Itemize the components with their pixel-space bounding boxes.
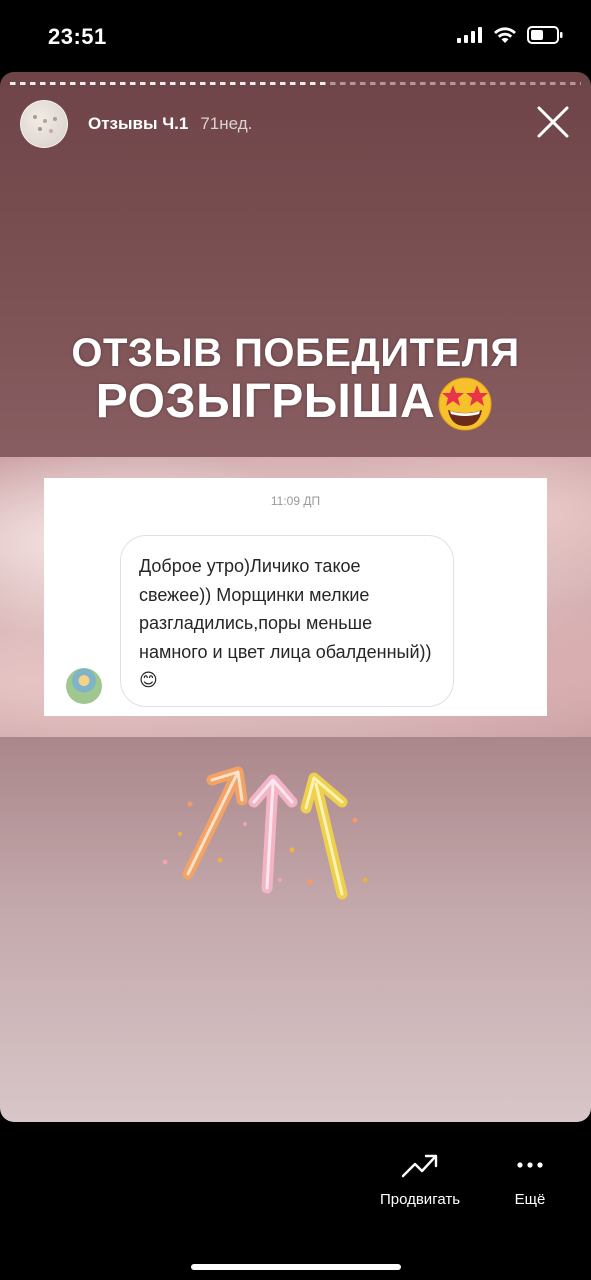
story-progress-bar xyxy=(10,82,330,85)
promote-label: Продвигать xyxy=(379,1191,461,1208)
arrows-sticker xyxy=(162,766,368,900)
story-age: 71нед. xyxy=(200,114,253,133)
message-card: 11:09 ДП Доброе утро)Личико такое свежее… xyxy=(44,478,547,716)
pink-arrow xyxy=(248,774,298,894)
message-time: 11:09 ДП xyxy=(270,494,321,508)
home-indicator[interactable] xyxy=(191,1264,401,1270)
message-text: Доброе утро)Личико такое свежее)) Морщин… xyxy=(139,556,432,690)
headline-line-2-text: РОЗЫГРЫША xyxy=(95,375,436,428)
avatar[interactable] xyxy=(20,100,68,148)
sender-avatar xyxy=(66,668,102,704)
promote-button[interactable]: Продвигать xyxy=(368,1152,472,1208)
battery-icon xyxy=(527,26,563,44)
status-icons xyxy=(457,26,563,44)
more-button[interactable]: Ещё xyxy=(505,1152,555,1208)
story-header: Отзывы Ч.1 71нед. xyxy=(20,100,577,148)
headline-line-2: РОЗЫГРЫША xyxy=(0,376,591,432)
story-headline: ОТЗЫВ ПОБЕДИТЕЛЯ РОЗЫГРЫША xyxy=(0,330,591,432)
headline-line-1: ОТЗЫВ ПОБЕДИТЕЛЯ xyxy=(71,331,520,375)
status-bar: 23:51 xyxy=(0,0,591,70)
trend-up-icon xyxy=(401,1154,438,1178)
close-button[interactable] xyxy=(533,102,573,142)
orange-arrow xyxy=(182,766,248,880)
story-title[interactable]: Отзывы Ч.1 xyxy=(88,114,188,134)
star-struck-emoji-icon xyxy=(438,377,492,431)
story-viewer[interactable]: Отзывы Ч.1 71нед. ОТЗЫВ ПОБЕДИТЕЛЯ РОЗЫГ… xyxy=(0,72,591,1122)
yellow-arrow xyxy=(300,772,348,900)
bottom-action-bar: Продвигать Ещё xyxy=(0,1122,591,1280)
close-icon xyxy=(537,106,569,138)
more-dots-icon xyxy=(517,1162,543,1168)
wifi-icon xyxy=(494,26,516,43)
signal-icon xyxy=(457,27,482,43)
status-time: 23:51 xyxy=(48,24,107,49)
story-progress-remaining xyxy=(330,82,581,85)
more-label: Ещё xyxy=(514,1191,546,1208)
message-bubble: Доброе утро)Личико такое свежее)) Морщин… xyxy=(120,535,454,707)
